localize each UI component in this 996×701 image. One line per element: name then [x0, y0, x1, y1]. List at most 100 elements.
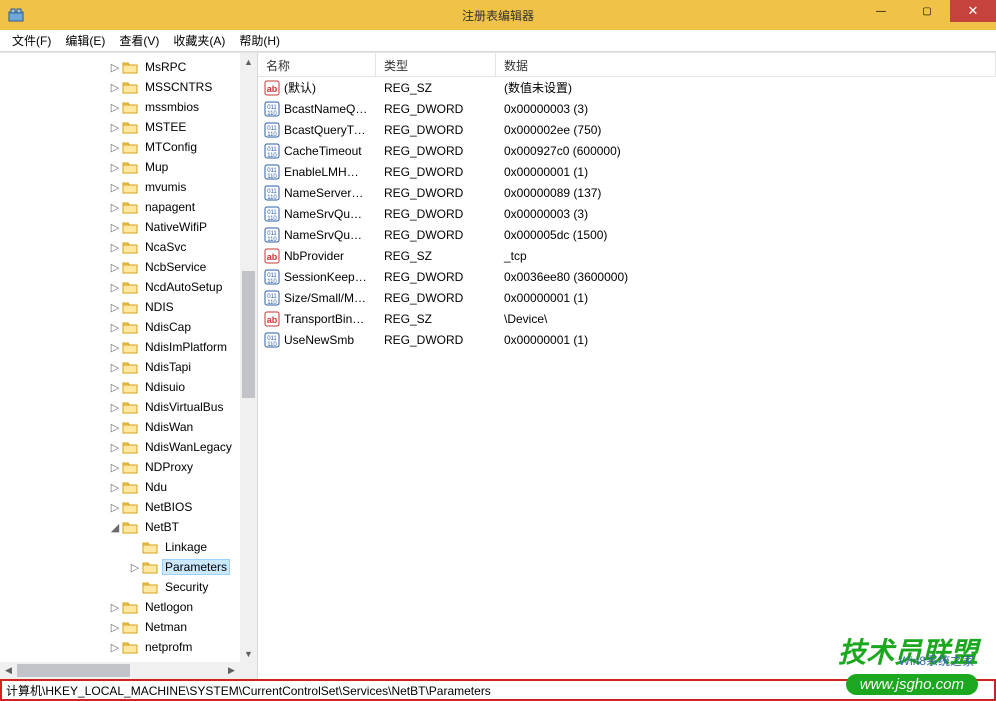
scroll-right-icon[interactable]: ▶	[223, 662, 240, 679]
tree-node-label[interactable]: NdisTapi	[142, 359, 194, 375]
expand-icon[interactable]: ▷	[108, 381, 122, 394]
tree-horizontal-scrollbar[interactable]: ◀ ▶	[0, 662, 240, 679]
expand-icon[interactable]: ▷	[108, 461, 122, 474]
column-data[interactable]: 数据	[496, 53, 996, 76]
tree-node-label[interactable]: Netlogon	[142, 599, 196, 615]
tree-node-label[interactable]: NDIS	[142, 299, 177, 315]
registry-tree[interactable]: ▷MsRPC▷MSSCNTRS▷mssmbios▷MSTEE▷MTConfig▷…	[0, 53, 240, 662]
tree-node[interactable]: Linkage	[0, 537, 240, 557]
tree-node[interactable]: ▷ NdisImPlatform	[0, 337, 240, 357]
tree-node-label[interactable]: napagent	[142, 199, 198, 215]
scroll-down-icon[interactable]: ▼	[240, 645, 257, 662]
tree-node-label[interactable]: Mup	[142, 159, 171, 175]
expand-icon[interactable]: ▷	[108, 481, 122, 494]
tree-node-label[interactable]: Linkage	[162, 539, 210, 555]
tree-node-label[interactable]: NdisWanLegacy	[142, 439, 235, 455]
tree-node[interactable]: ▷ Mup	[0, 157, 240, 177]
menu-edit[interactable]: 编辑(E)	[59, 30, 111, 51]
expand-icon[interactable]: ▷	[108, 201, 122, 214]
list-row[interactable]: 011110BcastQueryTim...REG_DWORD0x000002e…	[258, 119, 996, 140]
expand-icon[interactable]: ▷	[128, 561, 142, 574]
tree-node-label[interactable]: NcaSvc	[142, 239, 189, 255]
tree-node[interactable]: ▷ NativeWifiP	[0, 217, 240, 237]
expand-icon[interactable]: ▷	[108, 241, 122, 254]
tree-node[interactable]: ▷ MTConfig	[0, 137, 240, 157]
scroll-up-icon[interactable]: ▲	[240, 53, 257, 70]
tree-node-label[interactable]: NetBT	[142, 519, 182, 535]
tree-node[interactable]: ▷ NDIS	[0, 297, 240, 317]
scroll-track[interactable]	[240, 70, 257, 645]
tree-node[interactable]: ▷MSTEE	[0, 117, 240, 137]
tree-node-label[interactable]: Netman	[142, 619, 190, 635]
scroll-track[interactable]	[17, 662, 223, 679]
list-row[interactable]: ab(默认)REG_SZ(数值未设置)	[258, 77, 996, 98]
tree-node-label[interactable]: MSSCNTRS	[142, 79, 215, 95]
tree-node-label[interactable]: NcbService	[142, 259, 209, 275]
expand-icon[interactable]: ▷	[108, 501, 122, 514]
tree-node[interactable]: ▷ Netlogon	[0, 597, 240, 617]
list-row[interactable]: 011110BcastNameQu...REG_DWORD0x00000003 …	[258, 98, 996, 119]
scroll-thumb[interactable]	[242, 271, 255, 398]
tree-node[interactable]: ▷mssmbios	[0, 97, 240, 117]
close-button[interactable]: ✕	[950, 0, 996, 22]
tree-node-label[interactable]: Security	[162, 579, 211, 595]
expand-icon[interactable]: ▷	[108, 421, 122, 434]
list-row[interactable]: abNbProviderREG_SZ_tcp	[258, 245, 996, 266]
list-body[interactable]: ab(默认)REG_SZ(数值未设置)011110BcastNameQu...R…	[258, 77, 996, 679]
tree-node[interactable]: ▷ NdisTapi	[0, 357, 240, 377]
expand-icon[interactable]: ▷	[108, 341, 122, 354]
expand-icon[interactable]: ▷	[108, 641, 122, 654]
tree-node-label[interactable]: MTConfig	[142, 139, 200, 155]
maximize-button[interactable]: ▢	[904, 0, 950, 22]
menu-help[interactable]: 帮助(H)	[233, 30, 286, 51]
list-row[interactable]: 011110NameSrvQuer...REG_DWORD0x00000003 …	[258, 203, 996, 224]
tree-node-label[interactable]: NativeWifiP	[142, 219, 210, 235]
tree-node[interactable]: ▷ NcaSvc	[0, 237, 240, 257]
minimize-button[interactable]: —	[858, 0, 904, 22]
expand-icon[interactable]: ▷	[108, 261, 122, 274]
tree-node-label[interactable]: NdisImPlatform	[142, 339, 230, 355]
expand-icon[interactable]: ▷	[108, 221, 122, 234]
expand-icon[interactable]: ▷	[108, 621, 122, 634]
tree-node-label[interactable]: Ndu	[142, 479, 170, 495]
list-row[interactable]: 011110CacheTimeoutREG_DWORD0x000927c0 (6…	[258, 140, 996, 161]
expand-icon[interactable]: ▷	[108, 181, 122, 194]
tree-node[interactable]: ◢NetBT	[0, 517, 240, 537]
tree-node[interactable]: ▷ Netman	[0, 617, 240, 637]
tree-node[interactable]: ▷ NdisWan	[0, 417, 240, 437]
tree-node-label[interactable]: netprofm	[142, 639, 195, 655]
tree-node-label[interactable]: NdisWan	[142, 419, 196, 435]
tree-node[interactable]: ▷ Ndu	[0, 477, 240, 497]
expand-icon[interactable]: ▷	[108, 361, 122, 374]
tree-node-label[interactable]: NdisCap	[142, 319, 194, 335]
expand-icon[interactable]: ▷	[108, 301, 122, 314]
expand-icon[interactable]: ▷	[108, 141, 122, 154]
expand-icon[interactable]: ▷	[108, 441, 122, 454]
expand-icon[interactable]: ▷	[108, 161, 122, 174]
tree-node[interactable]: ▷NcdAutoSetup	[0, 277, 240, 297]
tree-node[interactable]: ▷ NdisCap	[0, 317, 240, 337]
list-row[interactable]: abTransportBind...REG_SZ\Device\	[258, 308, 996, 329]
expand-icon[interactable]: ▷	[108, 61, 122, 74]
tree-vertical-scrollbar[interactable]: ▲ ▼	[240, 53, 257, 662]
list-row[interactable]: 011110Size/Small/Me...REG_DWORD0x0000000…	[258, 287, 996, 308]
menu-favorites[interactable]: 收藏夹(A)	[167, 30, 231, 51]
tree-node[interactable]: ▷ napagent	[0, 197, 240, 217]
expand-icon[interactable]: ▷	[108, 281, 122, 294]
list-row[interactable]: 011110UseNewSmbREG_DWORD0x00000001 (1)	[258, 329, 996, 350]
tree-node-label[interactable]: NDProxy	[142, 459, 196, 475]
tree-node[interactable]: ▷ NdisWanLegacy	[0, 437, 240, 457]
tree-node[interactable]: ▷mvumis	[0, 177, 240, 197]
tree-node-label[interactable]: MsRPC	[142, 59, 189, 75]
list-row[interactable]: 011110NameServerPortREG_DWORD0x00000089 …	[258, 182, 996, 203]
expand-icon[interactable]: ▷	[108, 321, 122, 334]
expand-icon[interactable]: ▷	[108, 601, 122, 614]
tree-node[interactable]: ▷ netprofm	[0, 637, 240, 657]
tree-node[interactable]: ▷NetBIOS	[0, 497, 240, 517]
menu-file[interactable]: 文件(F)	[6, 30, 57, 51]
tree-node[interactable]: ▷NdisVirtualBus	[0, 397, 240, 417]
scroll-left-icon[interactable]: ◀	[0, 662, 17, 679]
tree-node-label[interactable]: NdisVirtualBus	[142, 399, 226, 415]
expand-icon[interactable]: ▷	[108, 121, 122, 134]
tree-node[interactable]: Security	[0, 577, 240, 597]
